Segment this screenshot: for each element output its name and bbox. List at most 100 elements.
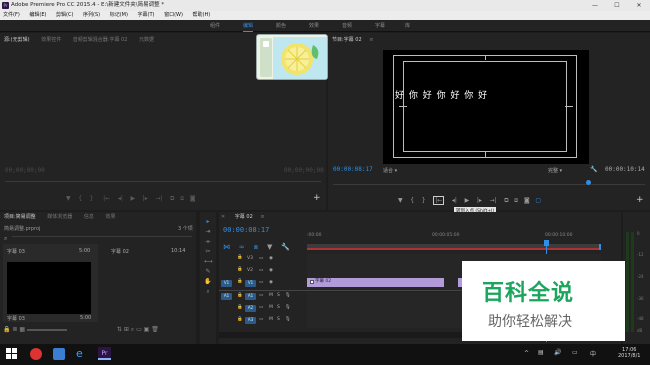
vr-toggle-icon[interactable]: ▢	[535, 197, 541, 204]
tab-program[interactable]: 节目:字幕 02	[332, 37, 362, 43]
toggle-sync-icon[interactable]: ▭	[259, 280, 263, 285]
toggle-sync-icon[interactable]: ▭	[259, 305, 263, 310]
close-icon[interactable]: ✕	[628, 0, 650, 11]
maximize-icon[interactable]: ☐	[606, 0, 628, 11]
tray-up-icon[interactable]: ^	[524, 350, 529, 357]
track-select-tool-icon[interactable]: ⇥	[204, 228, 212, 236]
workspace-tab-audio[interactable]: 音频	[342, 20, 352, 32]
settings-wrench-icon[interactable]: 🔧	[281, 243, 290, 251]
in-point-icon[interactable]: {	[78, 195, 82, 202]
lock-icon[interactable]: 🔒	[237, 267, 243, 272]
clock[interactable]: 17:06 2017/8/1	[618, 347, 640, 359]
play-icon[interactable]: ▶	[465, 197, 470, 204]
source-patch-v1[interactable]: V1	[221, 280, 232, 287]
in-point-icon[interactable]: {	[410, 197, 414, 204]
lock-icon[interactable]: 🔒	[237, 293, 243, 298]
automate-icon[interactable]: ⊞	[124, 326, 129, 333]
tab-metadata[interactable]: 元数据	[139, 37, 154, 43]
go-to-in-icon[interactable]: |←	[103, 195, 110, 202]
marker-icon[interactable]: ▼	[66, 195, 71, 202]
marker-icon[interactable]: ▼	[398, 197, 403, 204]
lock-icon[interactable]: 🔒	[3, 326, 10, 333]
step-forward-icon[interactable]: |▸	[477, 197, 482, 204]
out-point-icon[interactable]: }	[90, 195, 94, 202]
sort-icon[interactable]: ⇅	[117, 326, 122, 333]
workspace-tab-libraries[interactable]: 库	[405, 20, 410, 32]
menu-title[interactable]: 字幕(T)	[138, 12, 155, 18]
toggle-sync-icon[interactable]: ▭	[259, 268, 263, 273]
new-item-icon[interactable]: ▣	[144, 326, 150, 333]
menu-sequence[interactable]: 序列(S)	[83, 12, 100, 18]
add-button-icon[interactable]: +	[313, 193, 321, 203]
camera-icon[interactable]: ◙	[524, 197, 530, 204]
go-to-out-icon[interactable]: →|	[155, 195, 162, 202]
tab-effect-controls[interactable]: 效果控件	[41, 37, 61, 43]
eye-icon[interactable]: ◉	[269, 280, 273, 285]
toggle-sync-icon[interactable]: ▭	[259, 293, 263, 298]
solo-icon[interactable]: S	[277, 293, 280, 298]
title-clip[interactable]: 字幕 02	[307, 278, 444, 287]
program-menu-icon[interactable]: ≡	[369, 37, 373, 43]
close-tab-icon[interactable]: ✕	[221, 214, 225, 220]
zoom-tool-icon[interactable]: ⌕	[204, 288, 212, 296]
step-back-icon[interactable]: ◂|	[452, 197, 457, 204]
icon-view-icon[interactable]: ▦	[19, 326, 25, 333]
mic-icon[interactable]: 🎙	[285, 317, 291, 322]
source-scrubber[interactable]	[5, 181, 321, 182]
tab-project[interactable]: 项目:简易调整	[4, 214, 36, 220]
snap-icon[interactable]: ⋈	[223, 243, 230, 251]
go-to-in-icon[interactable]: |←	[433, 196, 445, 205]
tab-effects[interactable]: 效果	[106, 214, 116, 220]
selection-tool-icon[interactable]: ▸	[204, 218, 212, 226]
program-monitor-video[interactable]: 好 你 好 你 好 你 好	[383, 50, 589, 164]
bin-item-2[interactable]: 字幕 02 10:14	[101, 244, 193, 322]
search-icon[interactable]: ⌕	[4, 235, 7, 243]
camera-icon[interactable]: ◙	[190, 195, 196, 202]
workspace-tab-assembly[interactable]: 组件	[210, 20, 220, 32]
lock-icon[interactable]: 🔒	[237, 317, 243, 322]
quality-dropdown[interactable]: 完整 ▾	[548, 167, 562, 174]
minimize-icon[interactable]: —	[584, 0, 606, 11]
mute-icon[interactable]: M	[269, 317, 273, 322]
program-scrubber[interactable]	[333, 184, 645, 185]
edge-browser-icon[interactable]: e	[76, 347, 83, 360]
network-icon[interactable]: ▤	[538, 349, 544, 356]
bird-app-icon[interactable]	[53, 348, 65, 360]
tab-media-browser[interactable]: 媒体浏览器	[47, 214, 72, 220]
lock-icon[interactable]: 🔒	[237, 305, 243, 310]
premiere-taskbar-icon[interactable]: Pr	[98, 347, 111, 360]
menu-help[interactable]: 帮助(H)	[193, 12, 211, 18]
program-timecode[interactable]: 00:00:08:17	[333, 166, 373, 173]
insert-icon[interactable]: ⧉	[170, 195, 174, 202]
eye-icon[interactable]: ◉	[269, 256, 273, 261]
extract-icon[interactable]: ⧈	[514, 197, 518, 204]
menu-clip[interactable]: 剪辑(C)	[56, 12, 73, 18]
workspace-tab-titles[interactable]: 字幕	[375, 20, 385, 32]
find-icon[interactable]: ⌕	[131, 326, 134, 333]
delete-icon[interactable]: 🗑	[151, 326, 159, 333]
volume-icon[interactable]: 🔊	[554, 349, 561, 356]
go-to-out-icon[interactable]: →|	[490, 197, 497, 204]
marker-icon[interactable]: ▼	[267, 243, 272, 251]
zoom-slider[interactable]	[26, 328, 67, 331]
menu-marker[interactable]: 标记(M)	[110, 12, 128, 18]
lift-icon[interactable]: ⧉	[504, 197, 508, 204]
hand-tool-icon[interactable]: ✋	[204, 278, 212, 286]
tab-sequence[interactable]: 字幕 02	[235, 214, 253, 220]
add-button-icon[interactable]: +	[636, 195, 644, 205]
bin-item-1[interactable]: 字幕 03 5:00	[3, 244, 98, 322]
solo-icon[interactable]: S	[277, 317, 280, 322]
step-back-icon[interactable]: ◂|	[118, 195, 123, 202]
list-view-icon[interactable]: ≣	[12, 326, 17, 333]
mic-icon[interactable]: 🎙	[285, 293, 291, 298]
fit-dropdown[interactable]: 适合 ▾	[383, 167, 397, 174]
overwrite-icon[interactable]: ⧈	[180, 195, 184, 202]
step-forward-icon[interactable]: |▸	[143, 195, 148, 202]
tab-source[interactable]: 源:(无剪辑)	[4, 37, 30, 43]
wrench-icon[interactable]: 🔧	[590, 166, 597, 173]
new-bin-icon[interactable]: ▭	[136, 326, 142, 333]
toggle-sync-icon[interactable]: ▭	[259, 317, 263, 322]
solo-icon[interactable]: S	[277, 305, 280, 310]
add-marker-icon[interactable]: ⧈	[254, 243, 258, 251]
timeline-menu-icon[interactable]: ≡	[260, 214, 264, 220]
